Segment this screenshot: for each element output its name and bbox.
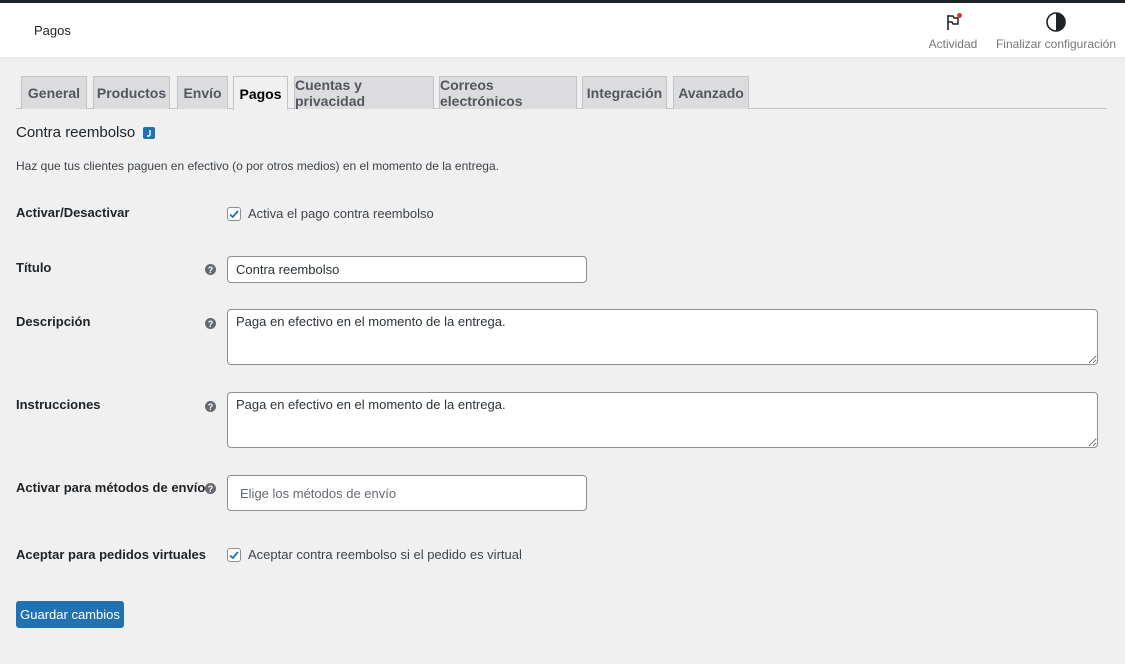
- page-title: Pagos: [34, 23, 71, 38]
- virtual-orders-label: Aceptar para pedidos virtuales: [16, 547, 207, 562]
- back-arrow-icon[interactable]: [143, 126, 156, 139]
- activity-button[interactable]: Actividad: [925, 11, 981, 55]
- flag-icon: [943, 11, 963, 33]
- virtual-orders-checkbox[interactable]: [227, 547, 241, 562]
- tab-general[interactable]: General: [21, 76, 87, 109]
- tab-shipping[interactable]: Envío: [177, 76, 228, 109]
- checkmark-icon: [229, 209, 239, 218]
- enable-checkbox[interactable]: [227, 206, 241, 221]
- instructions-textarea[interactable]: Paga en efectivo en el momento de la ent…: [227, 392, 1098, 448]
- shipping-methods-select[interactable]: Elige los métodos de envío: [227, 475, 587, 511]
- checkmark-icon: [229, 550, 239, 559]
- tab-advanced[interactable]: Avanzado: [673, 76, 749, 109]
- help-icon[interactable]: ?: [205, 401, 216, 412]
- tab-products[interactable]: Productos: [93, 76, 170, 109]
- tab-emails[interactable]: Correos electrónicos: [439, 76, 577, 109]
- enable-checkbox-label: Activa el pago contra reembolso: [248, 206, 434, 221]
- finish-setup-label: Finalizar configuración: [995, 37, 1117, 51]
- save-changes-button[interactable]: Guardar cambios: [16, 601, 124, 628]
- tab-payments[interactable]: Pagos: [233, 76, 288, 110]
- description-label: Descripción: [16, 314, 91, 329]
- help-icon[interactable]: ?: [205, 483, 216, 494]
- finish-setup-button[interactable]: Finalizar configuración: [994, 11, 1118, 55]
- tab-integration[interactable]: Integración: [582, 76, 667, 109]
- enable-checkbox-row[interactable]: Activa el pago contra reembolso: [227, 206, 434, 221]
- enable-label: Activar/Desactivar: [16, 205, 130, 220]
- instructions-label: Instrucciones: [16, 397, 101, 412]
- half-circle-icon: [1045, 11, 1067, 33]
- virtual-orders-checkbox-label: Aceptar contra reembolso si el pedido es…: [248, 547, 522, 562]
- shipping-methods-label: Activar para métodos de envío: [16, 480, 206, 495]
- tab-accounts-privacy[interactable]: Cuentas y privacidad: [294, 76, 434, 109]
- title-input[interactable]: [227, 256, 587, 283]
- help-icon[interactable]: ?: [205, 264, 216, 275]
- title-label: Título: [16, 260, 52, 275]
- section-title-text: Contra reembolso: [16, 124, 136, 141]
- section-description: Haz que tus clientes paguen en efectivo …: [16, 159, 499, 173]
- page-header: Pagos Actividad Finalizar configuración: [0, 3, 1125, 57]
- section-title: Contra reembolso: [16, 124, 156, 141]
- virtual-orders-checkbox-row[interactable]: Aceptar contra reembolso si el pedido es…: [227, 547, 522, 562]
- description-textarea[interactable]: Paga en efectivo en el momento de la ent…: [227, 309, 1098, 365]
- activity-label: Actividad: [928, 37, 978, 51]
- settings-tabs: General Productos Envío Pagos Cuentas y …: [16, 76, 1107, 110]
- help-icon[interactable]: ?: [205, 318, 216, 329]
